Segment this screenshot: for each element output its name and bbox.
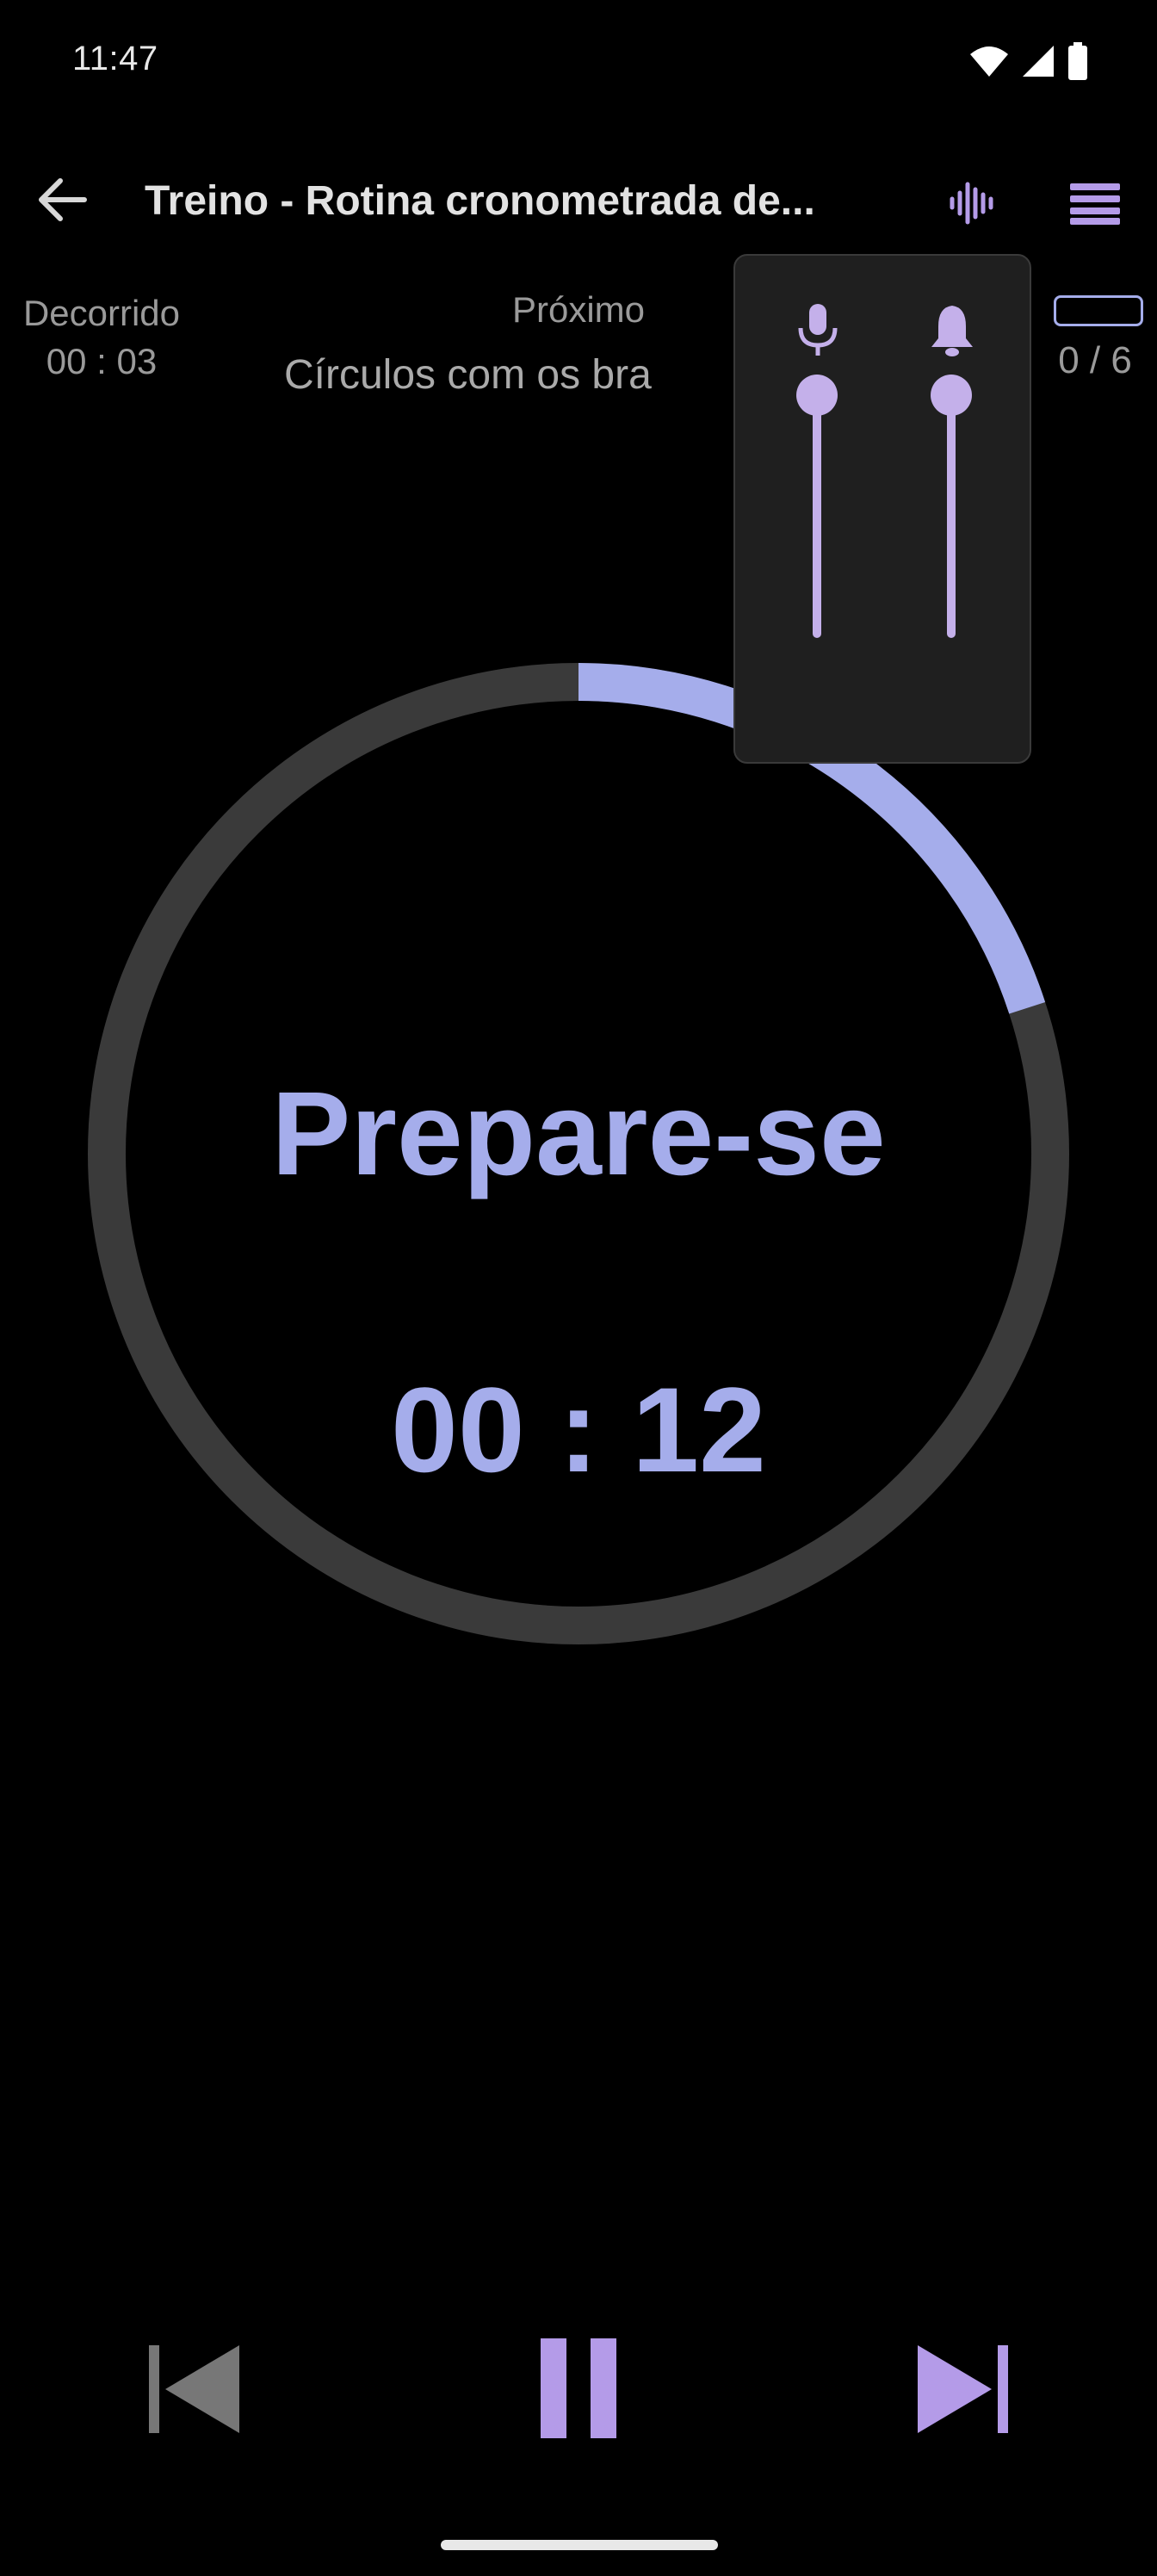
elapsed-value: 00 : 03 [46, 341, 158, 381]
wifi-icon [970, 46, 1008, 77]
sound-volume-track[interactable] [947, 393, 956, 638]
phase-label: Prepare-se [271, 1068, 886, 1200]
home-indicator[interactable] [441, 2540, 718, 2550]
elapsed-block: Decorrido 00 : 03 [0, 289, 203, 386]
exercise-progress-count: 0 / 6 [1058, 339, 1132, 381]
status-time: 11:47 [72, 40, 158, 77]
back-button[interactable] [26, 164, 98, 236]
voice-volume-thumb[interactable] [796, 375, 838, 416]
skip-next-icon [918, 2345, 1008, 2433]
pause-icon [541, 2338, 616, 2438]
previous-button[interactable] [129, 2325, 258, 2454]
exercise-progress-bar [1054, 295, 1143, 326]
voice-waveform-icon [950, 182, 993, 225]
next-exercise-name: Círculos com os bra [284, 352, 652, 398]
bell-icon [926, 300, 978, 361]
list-menu-icon [1070, 183, 1120, 225]
workout-title: Treino - Rotina cronometrada de... [145, 178, 815, 224]
status-icons [969, 41, 1088, 81]
microphone-icon [792, 300, 844, 361]
countdown-time: 00 : 12 [391, 1362, 766, 1497]
pause-button[interactable] [513, 2319, 644, 2457]
signal-icon [1023, 46, 1054, 77]
exercise-list-button[interactable] [1059, 169, 1131, 238]
elapsed-label: Decorrido [22, 293, 181, 333]
arrow-back-icon [39, 178, 87, 221]
battery-icon [1068, 42, 1087, 80]
next-label: Próximo [511, 289, 646, 330]
next-button[interactable] [899, 2325, 1028, 2454]
skip-previous-icon [149, 2345, 239, 2433]
voice-settings-button[interactable] [938, 169, 1007, 238]
volume-panel [733, 254, 1031, 764]
sound-volume-thumb[interactable] [931, 375, 972, 416]
voice-volume-track[interactable] [813, 393, 821, 638]
